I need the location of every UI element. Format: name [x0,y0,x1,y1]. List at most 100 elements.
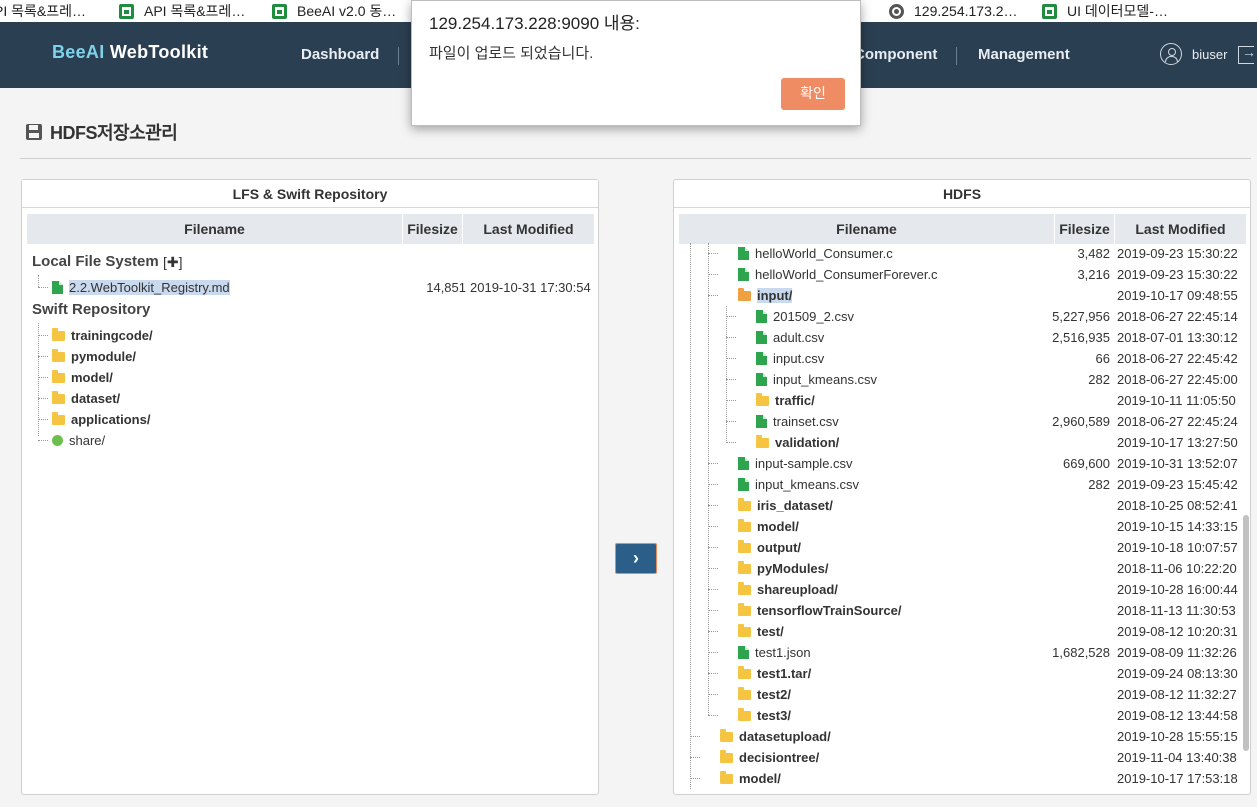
hdfs-row[interactable]: test1.json 1,682,528 2019-08-09 11:32:26 [674,642,1250,663]
hdfs-row[interactable]: shareupload/2019-10-28 16:00:44 [674,579,1250,600]
file-size [1044,285,1110,306]
hdfs-scrollbar[interactable] [1243,515,1249,751]
column-filename[interactable]: Filename [679,214,1055,244]
hdfs-row[interactable]: helloWorld_ConsumerForever.c 3,216 2019-09… [674,264,1250,285]
column-filesize[interactable]: Filesize [1055,214,1115,244]
tree-line [38,356,48,357]
hdfs-grid-header: Filename Filesize Last Modified [679,214,1246,244]
lfs-swift-panel: LFS & Swift Repository Filename Filesize… [21,179,599,795]
last-modified: 2019-10-31 17:30:54 [470,280,591,295]
tree-line [690,757,700,758]
bookmark-item[interactable]: API 목록&프레… [119,0,245,22]
file-name-cell: test2/ [738,684,791,705]
swift-item-row[interactable]: dataset/ [22,388,598,409]
tree-line [690,778,700,779]
file-name-cell: test1.json [738,642,811,663]
tree-line [726,379,736,380]
hdfs-row[interactable]: input.csv 66 2018-06-27 22:45:42 [674,348,1250,369]
hdfs-row[interactable]: test1.tar/2019-09-24 08:13:30 [674,663,1250,684]
last-modified: 2019-10-28 16:00:44 [1117,582,1238,597]
hdfs-row[interactable]: model/2019-10-17 17:53:18 [674,768,1250,789]
hdfs-panel-title: HDFS [674,180,1250,208]
app-logo[interactable]: BeeAI WebToolkit [52,42,208,63]
local-file-system-label: Local File System [32,253,159,270]
nav-management[interactable]: Management [978,46,1070,63]
folder-icon [738,603,751,616]
file-name-cell: input/ [738,285,793,306]
hdfs-row[interactable]: tensorflowTrainSource/2018-11-13 11:30:5… [674,600,1250,621]
file-name-cell: test1.tar/ [738,663,811,684]
file-name-cell: pymodule/ [52,346,136,367]
last-modified: 2018-07-01 13:30:12 [1117,330,1238,345]
user-menu[interactable]: biuser [1160,43,1227,65]
swift-item-row[interactable]: share/ [22,430,598,451]
last-modified: 2019-08-12 11:32:27 [1117,687,1237,702]
hdfs-row[interactable]: output/2019-10-18 10:07:57 [674,537,1250,558]
local-file-row[interactable]: 2.2.WebToolkit_Registry.md 14,851 2019-10-… [22,277,598,298]
hdfs-row[interactable]: decisiontree/2019-11-04 13:40:38 [674,747,1250,768]
page-title: HDFS저장소관리 [26,119,178,145]
logo-text: WebToolkit [104,42,209,62]
hdfs-row[interactable]: validation/2019-10-17 13:27:50 [674,432,1250,453]
hdfs-row[interactable]: input/2019-10-17 09:48:55 [674,285,1250,306]
tree-line [38,287,48,288]
hdfs-row[interactable]: 201509_2.csv 5,227,956 2018-06-27 22:45:14 [674,306,1250,327]
tree-line [726,442,736,443]
hdfs-row[interactable]: traffic/2019-10-11 11:05:50 [674,390,1250,411]
folder-icon [738,498,751,511]
globe-icon [889,3,904,19]
column-filename[interactable]: Filename [27,214,403,244]
add-file-button[interactable]: [✚] [163,254,183,271]
transfer-right-button[interactable]: › [615,543,657,574]
file-size [1044,432,1110,453]
column-last-modified[interactable]: Last Modified [463,214,594,244]
hdfs-row[interactable]: input_kmeans.csv 282 2019-09-23 15:45:42 [674,474,1250,495]
last-modified: 2018-11-13 11:30:53 [1117,603,1236,618]
file-size: 66 [1095,351,1110,366]
column-last-modified[interactable]: Last Modified [1115,214,1246,244]
hdfs-row[interactable]: input-sample.csv 669,600 2019-10-31 13:52:… [674,453,1250,474]
swift-item-row[interactable]: pymodule/ [22,346,598,367]
hdfs-row[interactable]: input_kmeans.csv 282 2018-06-27 22:45:00 [674,369,1250,390]
tree-line [726,316,736,317]
last-modified: 2019-09-24 08:13:30 [1117,666,1238,681]
swift-item-row[interactable]: applications/ [22,409,598,430]
file-icon [756,352,767,365]
swift-item-row[interactable]: trainingcode/ [22,325,598,346]
hdfs-row[interactable]: model/2019-10-15 14:33:15 [674,516,1250,537]
last-modified: 2019-10-17 09:48:55 [1117,288,1238,303]
hdfs-row[interactable]: datasetupload/2019-10-28 15:55:15 [674,726,1250,747]
bookmark-item[interactable]: BeeAI v2.0 동… [272,0,396,22]
hdfs-row[interactable]: adult.csv 2,516,935 2018-07-01 13:30:12 [674,327,1250,348]
nav-component[interactable]: Component [854,46,937,63]
hdfs-row[interactable]: pyModules/2018-11-06 10:22:20 [674,558,1250,579]
hdfs-row[interactable]: test3/2019-08-12 13:44:58 [674,705,1250,726]
folder-name: trainingcode/ [71,328,153,343]
file-name-cell: model/ [738,516,799,537]
file-name-cell: pyModules/ [738,558,829,579]
column-filesize[interactable]: Filesize [403,214,463,244]
hdfs-row[interactable]: test/2019-08-12 10:20:31 [674,621,1250,642]
last-modified: 2019-10-18 10:07:57 [1117,540,1238,555]
bookmark-item[interactable]: PI 목록&프레… [0,0,86,22]
hdfs-row[interactable]: helloWorld_Consumer.c 3,482 2019-09-23 15:… [674,243,1250,264]
logout-icon[interactable] [1238,44,1256,64]
last-modified: 2019-10-17 17:53:18 [1117,771,1238,786]
file-name-cell: input_kmeans.csv [756,369,877,390]
hdfs-row[interactable]: trainset.csv 2,960,589 2018-06-27 22:45:24 [674,411,1250,432]
lfs-panel-title: LFS & Swift Repository [22,180,598,208]
hdfs-row[interactable]: test2/2019-08-12 11:32:27 [674,684,1250,705]
dialog-ok-button[interactable]: 확인 [781,78,845,110]
bookmark-item[interactable]: UI 데이터모델-… [1042,0,1168,22]
folder-name: tensorflowTrainSource/ [757,603,902,618]
tree-line [726,358,736,359]
folder-icon [738,687,751,700]
alert-dialog: 129.254.173.228:9090 내용: 파일이 업로드 되었습니다. … [411,0,861,126]
swift-item-row[interactable]: model/ [22,367,598,388]
file-size [1044,768,1110,789]
file-name-cell: validation/ [756,432,839,453]
nav-dashboard[interactable]: Dashboard [301,46,379,63]
hdfs-row[interactable]: iris_dataset/2018-10-25 08:52:41 [674,495,1250,516]
bookmark-item[interactable]: 129.254.173.2… [889,0,1018,22]
folder-name: input/ [757,288,793,303]
